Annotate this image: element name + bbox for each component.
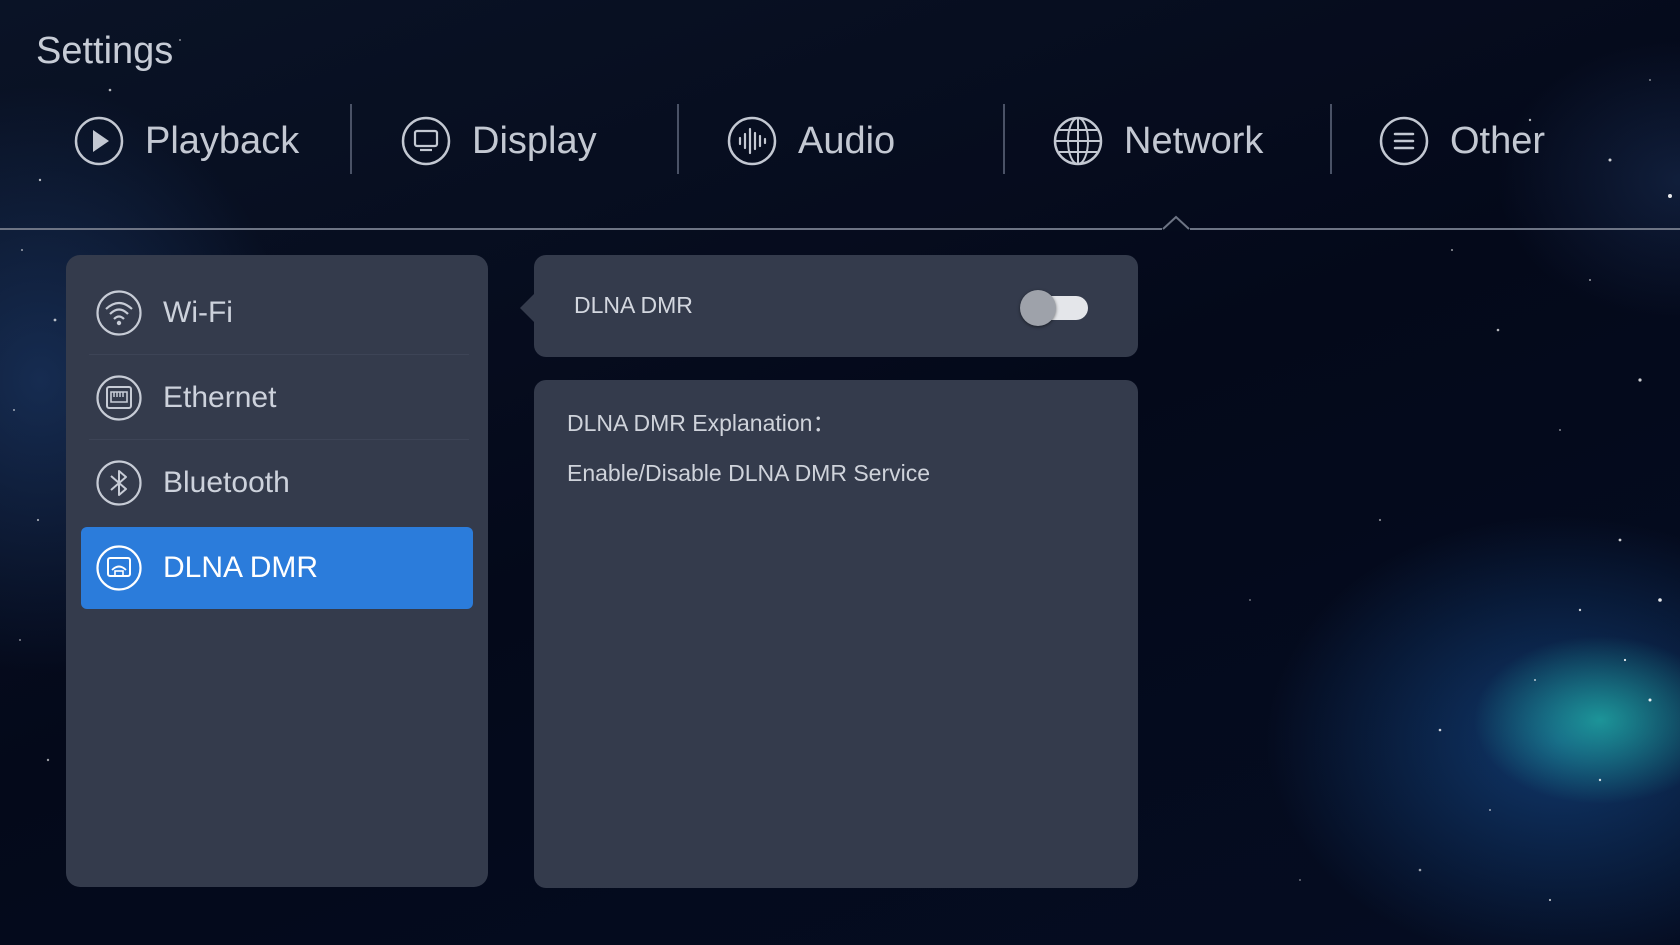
toggle-label: DLNA DMR — [574, 292, 693, 318]
page-title: Settings — [36, 30, 174, 72]
tab-display[interactable]: Display — [400, 100, 597, 182]
sidebar-item-wifi[interactable]: Wi-Fi — [81, 272, 473, 354]
network-sidebar: Wi-Fi Ethernet Bluetooth DLNA DMR — [66, 255, 488, 887]
tab-label: Other — [1450, 119, 1546, 162]
tab-underline-divider — [0, 228, 1680, 230]
dlna-dmr-switch[interactable] — [1020, 289, 1090, 326]
switch-knob — [1020, 290, 1056, 326]
selection-pointer — [520, 294, 534, 322]
tab-label: Network — [1124, 119, 1264, 162]
sidebar-item-dlna-dmr[interactable]: DLNA DMR — [81, 527, 473, 609]
wifi-icon — [96, 290, 142, 336]
sidebar-item-ethernet[interactable]: Ethernet — [81, 357, 473, 439]
tab-divider — [1330, 104, 1332, 174]
explanation-panel: DLNA DMR Explanation： Enable/Disable DLN… — [534, 380, 1138, 888]
sidebar-item-label: Bluetooth — [163, 466, 290, 499]
tab-divider — [677, 104, 679, 174]
tab-audio[interactable]: Audio — [726, 100, 895, 182]
dlna-dmr-toggle-row[interactable]: DLNA DMR — [534, 255, 1138, 357]
selected-tab-indicator — [1162, 215, 1190, 231]
sidebar-item-bluetooth[interactable]: Bluetooth — [81, 442, 473, 524]
tab-label: Audio — [798, 119, 896, 162]
sidebar-item-label: Wi-Fi — [163, 296, 233, 329]
tab-divider — [350, 104, 352, 174]
tab-divider — [1003, 104, 1005, 174]
play-icon — [74, 116, 124, 166]
cast-icon — [96, 545, 142, 591]
menu-icon — [1379, 116, 1429, 166]
sidebar-item-label: DLNA DMR — [163, 551, 319, 584]
ethernet-icon — [96, 375, 142, 421]
tab-other[interactable]: Other — [1378, 100, 1545, 182]
tab-network[interactable]: Network — [1052, 100, 1263, 182]
sidebar-divider — [89, 439, 469, 440]
category-tabs: Playback Display Audio Network Other — [0, 100, 1680, 182]
explanation-title: DLNA DMR Explanation： — [567, 410, 836, 436]
bluetooth-icon — [96, 460, 142, 506]
tab-playback[interactable]: Playback — [73, 100, 299, 182]
tab-label: Playback — [145, 119, 300, 162]
tab-label: Display — [472, 119, 597, 162]
display-icon — [401, 116, 451, 166]
audio-icon — [727, 116, 777, 166]
globe-icon — [1053, 116, 1103, 166]
explanation-text: Enable/Disable DLNA DMR Service — [567, 460, 931, 486]
sidebar-divider — [89, 354, 469, 355]
sidebar-item-label: Ethernet — [163, 381, 277, 414]
